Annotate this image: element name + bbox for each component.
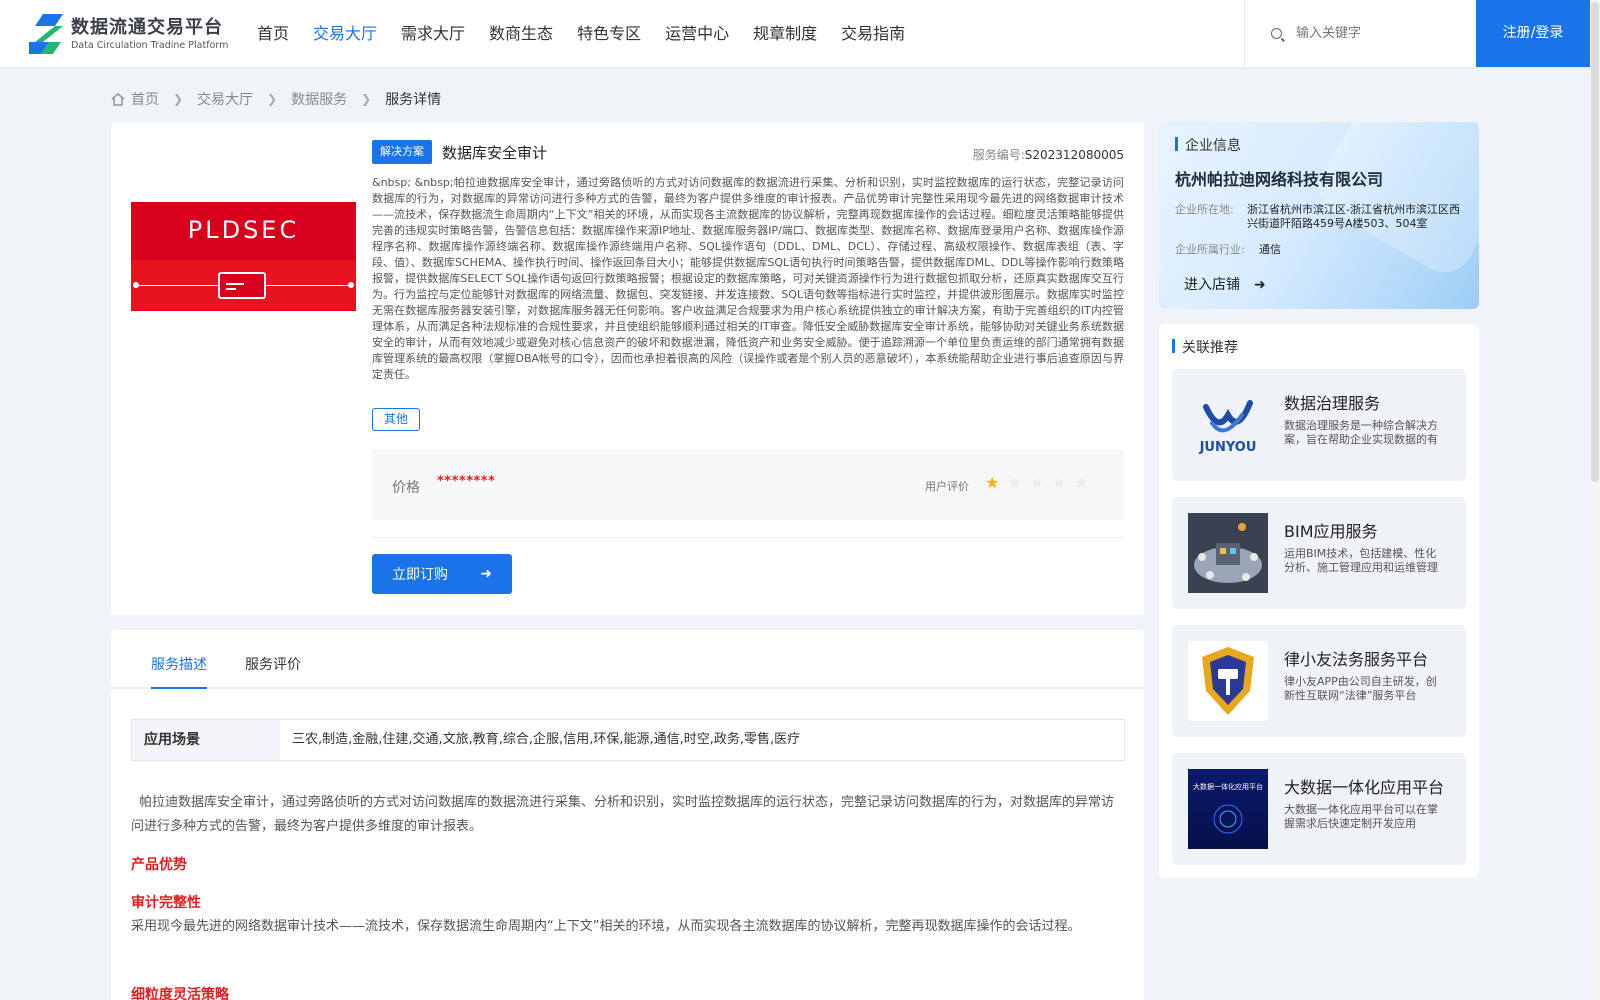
related-item[interactable]: 律小友法务服务平台 律小友APP由公司自主研发，创新性互联网“法律”服务平台 <box>1172 625 1466 737</box>
service-number: 服务编号:S202312080005 <box>972 148 1124 162</box>
nav-ecosystem[interactable]: 数商生态 <box>489 0 553 67</box>
platform-logo[interactable]: 数据流通交易平台 Data Circulation Tradine Platfo… <box>29 14 228 54</box>
scene-label: 应用场景 <box>132 720 280 760</box>
industry-value: 通信 <box>1259 243 1281 256</box>
product-image-text: PLDSEC <box>187 216 300 244</box>
related-recommendations: 关联推荐 JUNYOU 数据治理服务 数据治理服务是一种综合解决方案，旨在帮助企… <box>1159 324 1479 878</box>
logo-mark-icon <box>29 14 67 54</box>
company-location-row: 企业所在地: 浙江省杭州市滨江区-浙江省杭州市滨江区西兴街道阡陌路459号A楼5… <box>1175 203 1467 231</box>
nav-home[interactable]: 首页 <box>257 0 289 67</box>
star-icon: ★ <box>1052 473 1067 492</box>
price-label: 价格 <box>392 480 420 496</box>
company-section-title: 企业信息 <box>1175 135 1241 155</box>
related-item-title: 数据治理服务 <box>1284 394 1381 413</box>
active-tab-indicator <box>151 687 207 689</box>
home-icon <box>111 92 125 106</box>
location-label: 企业所在地: <box>1175 203 1234 216</box>
related-item[interactable]: 大数据一体化应用平台 大数据一体化应用平台 大数据一体化应用平台可以在掌握需求后… <box>1172 753 1466 865</box>
chevron-right-icon: ❯ <box>173 92 184 106</box>
scene-value: 三农,制造,金融,住建,交通,文旅,教育,综合,企服,信用,环保,能源,通信,时… <box>292 732 801 747</box>
star-rating: ★ ★ ★ ★ ★ <box>985 474 1097 492</box>
nav-operation-center[interactable]: 运营中心 <box>665 0 729 67</box>
related-item-desc: 运用BIM技术，包括建模、性化分析、施工管理应用和运维管理 <box>1284 547 1438 574</box>
related-item-title: 律小友法务服务平台 <box>1284 650 1429 669</box>
chevron-right-icon: ❯ <box>267 92 278 106</box>
service-detail-card: 服务描述 服务评价 应用场景 三农,制造,金融,住建,交通,文旅,教育,综合,企… <box>111 630 1144 1000</box>
logo-subtitle: Data Circulation Tradine Platform <box>71 39 229 51</box>
top-header: 数据流通交易平台 Data Circulation Tradine Platfo… <box>0 0 1600 67</box>
tab-service-reviews[interactable]: 服务评价 <box>245 654 301 674</box>
detail-tabs: 服务描述 服务评价 <box>111 630 1144 689</box>
breadcrumb-trading-hall[interactable]: 交易大厅 <box>197 89 253 109</box>
price-value: ******** <box>437 474 496 489</box>
nav-trading-hall[interactable]: 交易大厅 <box>313 0 377 67</box>
shield-gavel-icon <box>1188 641 1268 721</box>
location-value: 浙江省杭州市滨江区-浙江省杭州市滨江区西兴街道阡陌路459号A楼503、504室 <box>1247 203 1460 230</box>
service-title: 数据库安全审计 <box>442 144 548 162</box>
nav-guide[interactable]: 交易指南 <box>841 0 905 67</box>
register-login-button[interactable]: 注册/登录 <box>1476 0 1590 67</box>
nav-regulations[interactable]: 规章制度 <box>753 0 817 67</box>
tab-service-description[interactable]: 服务描述 <box>151 654 207 674</box>
related-item-title: BIM应用服务 <box>1284 522 1378 541</box>
enter-store-link[interactable]: 进入店铺 ➜ <box>1184 274 1266 294</box>
related-item[interactable]: BIM应用服务 运用BIM技术，包括建模、性化分析、施工管理应用和运维管理 <box>1172 497 1466 609</box>
order-now-label: 立即订购 <box>392 567 448 583</box>
completeness-paragraph: 采用现今最先进的网络数据审计技术——流技术，保存数据流生命周期内“上下文”相关的… <box>131 919 1081 934</box>
price-box: 价格 ******** 用户评价 ★ ★ ★ ★ ★ <box>372 449 1124 520</box>
scene-table: 应用场景 三农,制造,金融,住建,交通,文旅,教育,综合,企服,信用,环保,能源… <box>131 719 1125 761</box>
related-section-title: 关联推荐 <box>1172 337 1238 357</box>
star-icon: ★ <box>1029 473 1045 492</box>
company-industry-row: 企业所属行业: 通信 <box>1175 243 1479 257</box>
card-icon <box>218 272 266 299</box>
breadcrumb-home[interactable]: 首页 <box>131 89 159 109</box>
breadcrumb-data-service[interactable]: 数据服务 <box>291 89 347 109</box>
star-icon: ★ <box>1007 473 1022 492</box>
related-item-desc: 律小友APP由公司自主研发，创新性互联网“法律”服务平台 <box>1284 675 1437 702</box>
junyou-logo-text: JUNYOU <box>1199 440 1257 455</box>
divider <box>372 537 1124 538</box>
main-nav: 首页 交易大厅 需求大厅 数商生态 特色专区 运营中心 规章制度 交易指南 <box>257 0 929 67</box>
heading-strategy: 细粒度灵活策略 <box>131 987 229 1000</box>
intro-paragraph: 帕拉迪数据库安全审计，通过旁路侦听的方式对访问数据库的数据流进行采集、分析和识别… <box>131 795 1115 834</box>
breadcrumb-current: 服务详情 <box>385 92 442 108</box>
page-scrollbar[interactable] <box>1590 0 1600 1000</box>
star-icon: ★ <box>985 473 1000 492</box>
breadcrumb: 首页 ❯ 交易大厅 ❯ 数据服务 ❯ 服务详情 <box>111 89 441 109</box>
search-box <box>1244 0 1476 67</box>
company-info-card: 企业信息 杭州帕拉迪网络科技有限公司 企业所在地: 浙江省杭州市滨江区-浙江省杭… <box>1159 122 1479 309</box>
arrow-right-icon: ➜ <box>1254 277 1266 293</box>
bigdata-cover-text: 大数据一体化应用平台 <box>1193 782 1263 791</box>
search-input[interactable] <box>1296 26 1456 41</box>
service-description: &nbsp; &nbsp;帕拉迪数据库安全审计，通过旁路侦听的方式对访问数据库的… <box>372 176 1124 381</box>
search-icon[interactable] <box>1271 28 1282 39</box>
arrow-right-icon: ➜ <box>480 566 492 582</box>
enter-store-label: 进入店铺 <box>1184 277 1240 293</box>
scrollbar-thumb[interactable] <box>1591 2 1599 482</box>
category-tag: 其他 <box>372 408 420 431</box>
junyou-logo-icon: JUNYOU <box>1188 385 1268 465</box>
related-item[interactable]: JUNYOU 数据治理服务 数据治理服务是一种综合解决方案，旨在帮助企业实现数据… <box>1172 369 1466 481</box>
nav-demand-hall[interactable]: 需求大厅 <box>401 0 465 67</box>
heading-advantage: 产品优势 <box>131 857 187 873</box>
bim-illustration-icon <box>1188 513 1268 593</box>
service-main-card: PLDSEC 解决方案 数据库安全审计 服务编号:S202312080005 &… <box>111 122 1144 615</box>
logo-title: 数据流通交易平台 <box>71 16 223 38</box>
star-icon: ★ <box>1074 473 1089 492</box>
related-item-title: 大数据一体化应用平台 <box>1284 778 1445 797</box>
company-name: 杭州帕拉迪网络科技有限公司 <box>1175 170 1384 189</box>
industry-label: 企业所属行业: <box>1175 243 1245 256</box>
solution-tag: 解决方案 <box>372 140 432 164</box>
heading-completeness: 审计完整性 <box>131 895 201 911</box>
product-image: PLDSEC <box>131 202 356 311</box>
chevron-right-icon: ❯ <box>361 92 372 106</box>
bigdata-cover-icon: 大数据一体化应用平台 <box>1188 769 1268 849</box>
nav-special-zone[interactable]: 特色专区 <box>577 0 641 67</box>
rating-label: 用户评价 <box>925 480 969 493</box>
related-item-desc: 数据治理服务是一种综合解决方案，旨在帮助企业实现数据的有效管理 <box>1284 419 1438 446</box>
order-now-button[interactable]: 立即订购 ➜ <box>372 554 512 594</box>
related-item-desc: 大数据一体化应用平台可以在掌握需求后快速定制开发应用 <box>1284 803 1438 830</box>
